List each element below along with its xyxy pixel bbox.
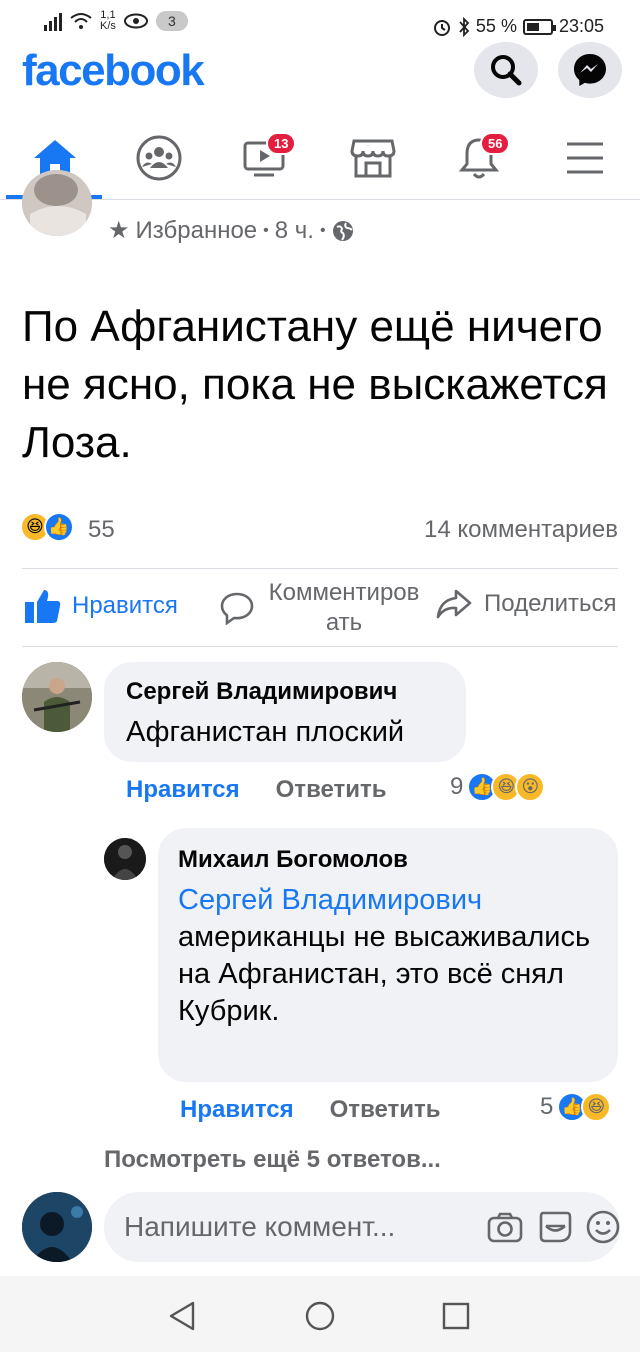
signal-icon [44,11,62,31]
reactions-count: 55 [88,516,115,543]
reply-content: Сергей Владимирович американцы не высажи… [178,882,598,1030]
like-label: Нравится [72,592,178,619]
haha-reaction-icon: 😆 [581,1092,612,1122]
comment-author[interactable]: Сергей Владимирович [126,678,397,706]
thumbs-up-icon [25,590,61,623]
comment-text: Афганистан плоский [126,716,405,748]
reply-reactions[interactable]: 5 👍 😆 [540,1092,612,1122]
notification-count-badge: 3 [155,11,188,31]
notifications-badge: 56 [480,132,511,155]
post-text: По Афганистану ещё ничего не ясно, пока … [22,302,608,467]
commenter-avatar[interactable] [22,662,92,732]
comment-icon [220,592,254,625]
post-reactions-row[interactable]: 😆 👍 55 14 комментариев [20,510,620,550]
groups-icon [136,135,182,181]
search-button[interactable] [474,42,538,98]
battery-level [526,22,540,31]
reply-reactions-count: 5 [540,1093,554,1120]
comment-reply-button[interactable]: Ответить [276,776,387,804]
comment-bubble[interactable]: Сергей Владимирович Афганистан плоский [104,662,466,762]
comment-actions: Нравится Ответить [126,776,387,804]
messenger-button[interactable] [558,42,622,98]
comment-reactions[interactable]: 9 👍 😆 😮 [450,772,546,802]
like-button[interactable]: Нравится [24,588,178,624]
emoji-button[interactable] [584,1208,622,1246]
search-icon [491,55,522,86]
system-navigation-bar [0,1276,640,1352]
reply-text: американцы не высаживались на Афганистан… [178,921,591,1027]
share-button[interactable]: Поделиться [436,588,617,620]
comments-count[interactable]: 14 комментариев [424,516,618,544]
main-nav: 13 56 [0,118,640,200]
gif-sticker-icon [539,1211,572,1243]
home-circle-icon [305,1301,335,1331]
status-right: 55 % 23:05 [432,16,604,37]
status-left: 1,1 K/s 3 [44,10,188,32]
comment-like-button[interactable]: Нравится [126,776,240,804]
reply-bubble[interactable]: Михаил Богомолов Сергей Владимирович аме… [158,828,618,1082]
like-reaction-icon: 👍 [44,512,74,542]
share-label: Поделиться [484,590,617,617]
messenger-icon [574,54,606,86]
post-time[interactable]: 8 ч. [275,217,314,245]
nav-groups[interactable] [124,126,194,190]
recents-square-icon [442,1302,470,1330]
wow-reaction-icon: 😮 [515,772,546,802]
smiley-icon [586,1210,620,1244]
comment-label: Комментиров ать [268,579,420,636]
nav-menu[interactable] [550,126,620,190]
status-bar: 1,1 K/s 3 55 % 23:05 [0,0,640,52]
comment-button[interactable]: Комментиров ать [220,578,424,638]
watch-badge: 13 [266,132,297,155]
post-actions: Нравится Комментиров ать Поделиться [0,572,640,646]
meta-separator: • [263,221,269,239]
clock: 23:05 [558,16,604,36]
reply-author[interactable]: Михаил Богомолов [178,846,408,874]
wifi-icon [70,13,92,29]
comment-input[interactable] [124,1208,454,1246]
comment-composer[interactable] [104,1192,620,1262]
facebook-logo[interactable]: facebook [22,46,205,96]
post-meta: ★ Избранное • 8 ч. • [108,216,354,245]
reply-reply-button[interactable]: Ответить [330,1096,441,1124]
camera-icon [487,1212,523,1243]
divider [22,568,618,569]
back-button[interactable] [162,1296,202,1336]
shop-icon [350,139,396,178]
view-more-replies-link[interactable]: Посмотреть ещё 5 ответов... [104,1146,441,1174]
star-icon: ★ [108,217,130,244]
globe-icon [332,220,353,241]
reply-author-avatar[interactable] [104,838,146,880]
nav-notifications[interactable]: 56 [444,126,514,190]
home-button[interactable] [300,1296,340,1336]
camera-button[interactable] [486,1208,524,1246]
net-speed-unit: K/s [100,20,116,32]
recents-button[interactable] [436,1296,476,1336]
nav-marketplace[interactable] [338,126,408,190]
alarm-icon [433,19,450,36]
divider [22,646,618,647]
menu-icon [567,142,603,174]
nav-watch[interactable]: 13 [230,126,300,190]
gif-button[interactable] [536,1208,574,1246]
bluetooth-icon [459,16,470,37]
reaction-icons: 😆 👍 [20,512,74,542]
battery-percent: 55 % [475,16,517,36]
eye-icon [123,13,148,29]
reply-mention[interactable]: Сергей Владимирович [178,884,482,916]
back-triangle-icon [169,1301,195,1331]
share-icon [436,589,472,619]
reply-like-button[interactable]: Нравится [180,1096,294,1124]
reply-actions: Нравится Ответить [180,1096,441,1124]
post-audience[interactable]: Избранное [136,217,258,245]
current-user-avatar[interactable] [22,1192,92,1262]
meta-separator: • [319,221,326,239]
post-author-avatar[interactable] [22,170,92,236]
battery-icon [522,18,556,35]
comment-reactions-count: 9 [450,773,464,800]
net-speed: 1,1 K/s [100,10,116,32]
